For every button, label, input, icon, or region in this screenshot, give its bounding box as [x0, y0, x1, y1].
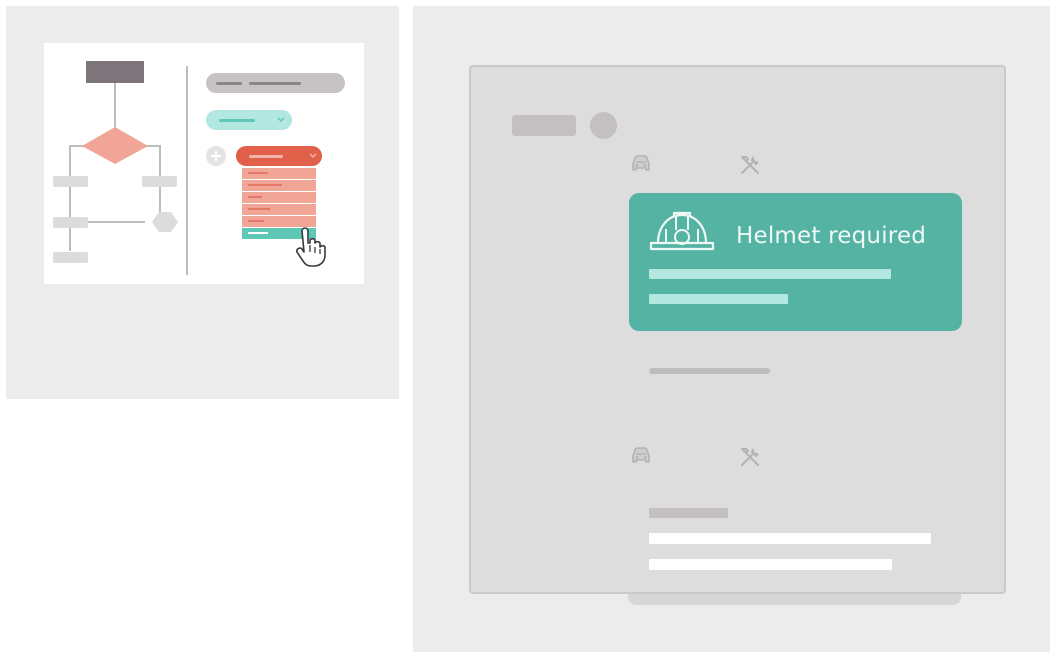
flowchart-node [142, 176, 177, 187]
teal-select-line [219, 119, 255, 122]
car-icon [632, 155, 650, 171]
flowchart-node [53, 176, 88, 187]
notice-text-line [649, 294, 788, 304]
tools-icon [741, 156, 759, 174]
flowchart-decision-diamond [82, 127, 148, 164]
text-line-placeholder [649, 559, 892, 570]
flowchart-hexagon-node [152, 212, 178, 232]
app-window: Helmet required [469, 65, 1006, 594]
flowchart-start-box [86, 61, 144, 83]
car-icon [632, 447, 650, 463]
flowchart-node [53, 252, 88, 263]
avatar [590, 112, 617, 139]
title-pill-line [249, 82, 301, 85]
flowchart-illustration [53, 61, 345, 275]
helmet-notice-card: Helmet required [629, 193, 962, 331]
header-placeholder [512, 115, 576, 136]
hard-hat-icon [649, 211, 715, 251]
flowchart-node [53, 217, 88, 228]
notice-title: Helmet required [736, 223, 927, 249]
left-illustration-panel [6, 6, 399, 399]
coral-dropdown-line [249, 155, 283, 158]
tools-icon [741, 448, 759, 466]
right-illustration-panel: Helmet required [413, 6, 1050, 652]
text-line-placeholder [649, 533, 931, 544]
flowchart-card [44, 43, 364, 284]
notice-text-line [649, 269, 891, 279]
section-label-placeholder [649, 508, 728, 518]
title-pill-line [216, 82, 242, 85]
text-placeholder [649, 368, 770, 374]
